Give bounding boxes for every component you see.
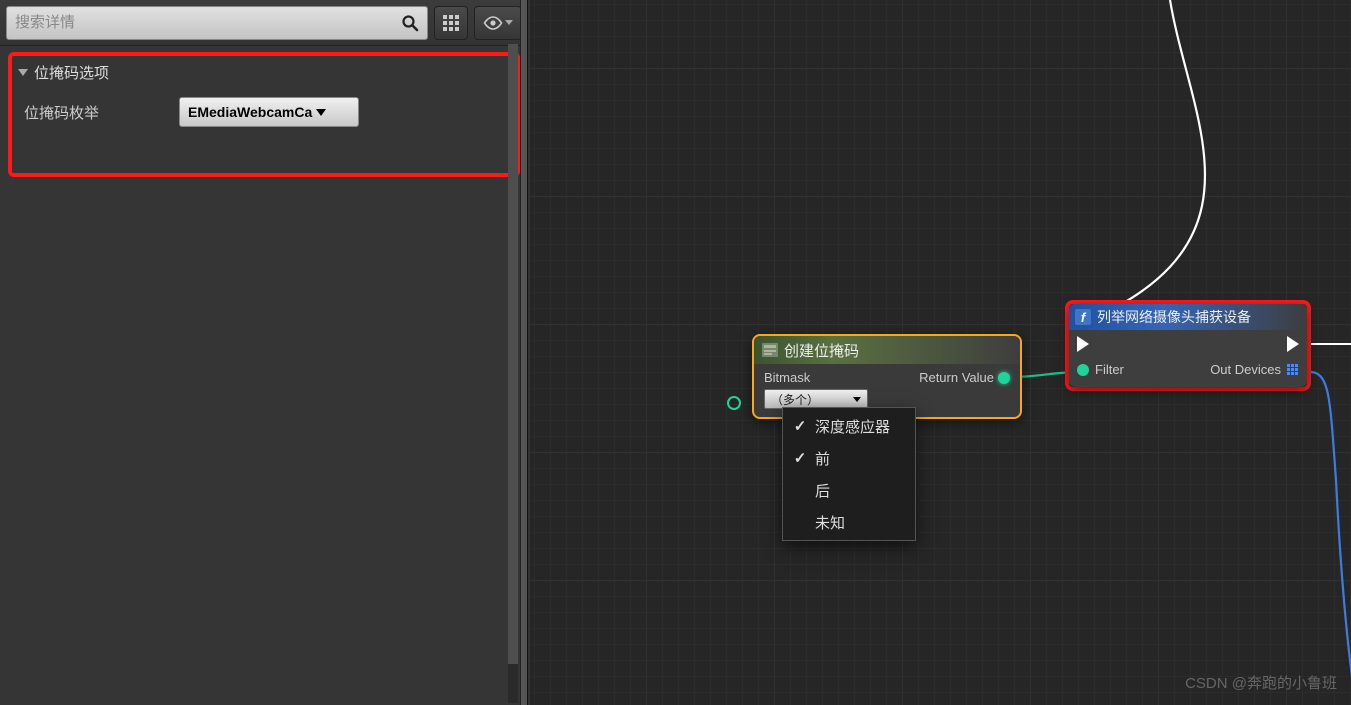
menu-item-label: 前 xyxy=(815,448,830,469)
chevron-down-icon xyxy=(853,397,861,402)
exec-pin-icon xyxy=(1287,336,1299,352)
input-pins: Filter xyxy=(1077,336,1124,377)
out-devices-pin[interactable]: Out Devices xyxy=(1210,362,1299,377)
check-icon: ✓ xyxy=(793,417,807,435)
blueprint-graph[interactable]: 创建位掩码 Bitmask （多个） Return Value ✓深度感应器✓前… xyxy=(530,0,1351,705)
search-icon[interactable] xyxy=(401,14,419,32)
highlighted-node: f 列举网络摄像头捕获设备 Filter Out Devices xyxy=(1065,300,1311,391)
enumerate-devices-node[interactable]: f 列举网络摄像头捕获设备 Filter Out Devices xyxy=(1069,304,1307,387)
exec-out-pin[interactable] xyxy=(1287,336,1299,352)
node-body: Filter Out Devices xyxy=(1069,330,1307,387)
section-header[interactable]: 位掩码选项 xyxy=(12,56,516,85)
node-title: 创建位掩码 xyxy=(784,340,859,361)
node-icon xyxy=(762,343,778,357)
property-row: 位掩码枚举 EMediaWebcamCa xyxy=(12,85,516,133)
pin-icon xyxy=(998,372,1010,384)
menu-item[interactable]: 未知 xyxy=(783,506,915,538)
watermark: CSDN @奔跑的小鲁班 xyxy=(1185,672,1337,693)
panel-scrollbar[interactable] xyxy=(508,44,518,703)
output-pins: Return Value xyxy=(919,370,1010,409)
check-icon: ✓ xyxy=(793,449,807,467)
filter-pin[interactable]: Filter xyxy=(1077,362,1124,377)
output-pin[interactable]: Return Value xyxy=(919,370,1010,385)
array-pin-icon xyxy=(1287,364,1299,376)
search-input[interactable] xyxy=(15,14,401,31)
pin-icon xyxy=(1077,364,1089,376)
enum-dropdown[interactable]: EMediaWebcamCa xyxy=(179,97,359,127)
section-title: 位掩码选项 xyxy=(34,62,109,83)
search-box[interactable] xyxy=(6,6,428,40)
bitmask-options-menu: ✓深度感应器✓前后未知 xyxy=(782,407,916,541)
menu-item-label: 后 xyxy=(815,480,830,501)
exec-in-pin[interactable] xyxy=(1077,336,1124,352)
menu-item-label: 未知 xyxy=(815,512,845,533)
eye-icon xyxy=(483,16,503,30)
node-title: 列举网络摄像头捕获设备 xyxy=(1097,307,1251,327)
panel-toolbar xyxy=(0,0,528,46)
function-icon: f xyxy=(1075,309,1091,325)
menu-item-label: 深度感应器 xyxy=(815,416,890,437)
highlighted-section: 位掩码选项 位掩码枚举 EMediaWebcamCa xyxy=(8,52,520,177)
menu-item[interactable]: ✓ 深度感应器 xyxy=(783,410,915,442)
node-header[interactable]: 创建位掩码 xyxy=(754,336,1020,364)
property-matrix-button[interactable] xyxy=(434,6,468,40)
bitmask-value-dropdown[interactable]: （多个） xyxy=(764,389,868,409)
chevron-down-icon xyxy=(505,20,513,25)
input-pins: Bitmask （多个） xyxy=(764,370,868,409)
scrollbar-thumb[interactable] xyxy=(508,44,518,664)
dropdown-value: （多个） xyxy=(771,391,819,408)
matrix-icon xyxy=(443,15,459,31)
panel-resize-handle[interactable] xyxy=(520,0,528,705)
exec-pin-icon xyxy=(1077,336,1089,352)
node-header[interactable]: f 列举网络摄像头捕获设备 xyxy=(1069,304,1307,330)
menu-item[interactable]: 后 xyxy=(783,474,915,506)
pin-label: Out Devices xyxy=(1210,362,1281,377)
pin-label: Return Value xyxy=(919,370,994,385)
output-pins: Out Devices xyxy=(1210,336,1299,377)
details-panel: 位掩码选项 位掩码枚举 EMediaWebcamCa xyxy=(0,0,528,705)
view-options-button[interactable] xyxy=(474,6,522,40)
pin-label: Filter xyxy=(1095,362,1124,377)
pin-label: Bitmask xyxy=(764,370,868,385)
expand-arrow-icon xyxy=(18,69,28,76)
input-connector-icon[interactable] xyxy=(727,396,741,410)
property-label: 位掩码枚举 xyxy=(24,102,179,123)
dropdown-value: EMediaWebcamCa xyxy=(188,104,312,120)
menu-item[interactable]: ✓前 xyxy=(783,442,915,474)
chevron-down-icon xyxy=(316,109,326,116)
